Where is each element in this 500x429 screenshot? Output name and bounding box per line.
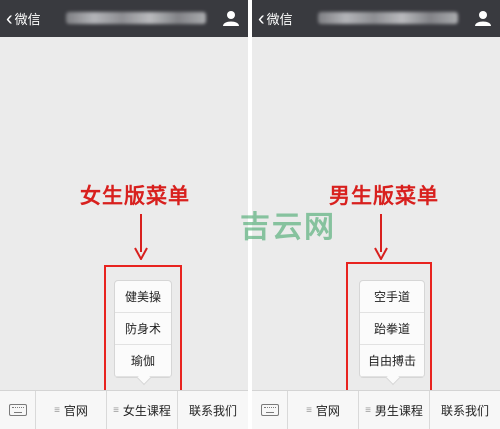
tab-label: 官网 bbox=[315, 403, 340, 418]
watermark-text: 吉云网 bbox=[240, 211, 336, 244]
submenu-item[interactable]: 跆拳道 bbox=[360, 313, 424, 345]
person-icon[interactable] bbox=[222, 9, 240, 27]
submenu-item[interactable]: 健美操 bbox=[115, 281, 171, 313]
chevron-left-icon: ‹ bbox=[6, 7, 13, 30]
arrow-down-icon bbox=[374, 214, 388, 260]
top-nav-bar: ‹ 微信 bbox=[252, 0, 500, 37]
tab-label: 官网 bbox=[63, 403, 88, 418]
submenu-item[interactable]: 空手道 bbox=[360, 281, 424, 313]
custom-menu-bar: ≡ 官网 ≡ 男生课程 联系我们 bbox=[252, 390, 500, 429]
menu-tab-courses[interactable]: ≡ 男生课程 bbox=[359, 391, 430, 429]
keyboard-toggle-button[interactable] bbox=[0, 391, 36, 429]
menu-lines-icon: ≡ bbox=[113, 404, 119, 416]
back-label: 微信 bbox=[266, 12, 293, 27]
tab-label: 联系我们 bbox=[440, 403, 489, 418]
chat-screen-female: ‹ 微信 女生版菜单 健美操 防身术 瑜伽 ≡ 官网 ≡ 女生课程 联系我们 bbox=[0, 0, 248, 429]
arrow-down-icon bbox=[134, 214, 148, 260]
back-button[interactable]: ‹ 微信 bbox=[6, 0, 41, 37]
submenu-item[interactable]: 防身术 bbox=[115, 313, 171, 345]
tab-label: 联系我们 bbox=[188, 403, 237, 418]
keyboard-toggle-button[interactable] bbox=[252, 391, 288, 429]
custom-menu-bar: ≡ 官网 ≡ 女生课程 联系我们 bbox=[0, 390, 248, 429]
menu-tab-courses[interactable]: ≡ 女生课程 bbox=[107, 391, 178, 429]
blurred-account-name bbox=[318, 12, 458, 24]
menu-tab-contact[interactable]: 联系我们 bbox=[430, 391, 500, 429]
submenu-popup: 健美操 防身术 瑜伽 bbox=[114, 280, 172, 386]
menu-lines-icon: ≡ bbox=[365, 404, 371, 416]
menu-lines-icon: ≡ bbox=[54, 404, 60, 416]
annotation-label: 男生版菜单 bbox=[329, 185, 439, 208]
menu-tab-contact[interactable]: 联系我们 bbox=[178, 391, 248, 429]
tab-label: 女生课程 bbox=[122, 403, 171, 418]
back-button[interactable]: ‹ 微信 bbox=[258, 0, 293, 37]
keyboard-icon bbox=[8, 404, 27, 416]
keyboard-icon bbox=[260, 404, 279, 416]
submenu-popup: 空手道 跆拳道 自由搏击 bbox=[359, 280, 425, 386]
menu-tab-official[interactable]: ≡ 官网 bbox=[36, 391, 107, 429]
annotation-label: 女生版菜单 bbox=[80, 185, 190, 208]
menu-tab-official[interactable]: ≡ 官网 bbox=[288, 391, 359, 429]
top-nav-bar: ‹ 微信 bbox=[0, 0, 248, 37]
chevron-left-icon: ‹ bbox=[258, 7, 265, 30]
menu-lines-icon: ≡ bbox=[306, 404, 312, 416]
blurred-account-name bbox=[66, 12, 206, 24]
person-icon[interactable] bbox=[474, 9, 492, 27]
tab-label: 男生课程 bbox=[374, 403, 423, 418]
back-label: 微信 bbox=[14, 12, 41, 27]
